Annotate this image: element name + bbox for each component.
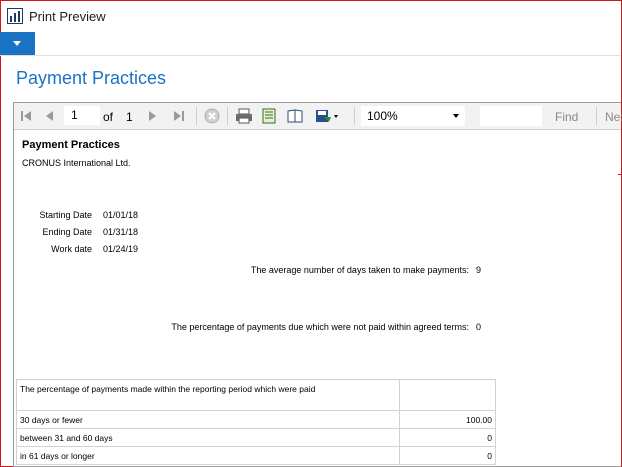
- average-days-label: The average number of days taken to make…: [250, 265, 469, 275]
- find-input[interactable]: [480, 106, 542, 126]
- table-row: between 31 and 60 days 0: [16, 428, 496, 447]
- toolbar-divider: [196, 107, 197, 125]
- page-number-input[interactable]: [64, 106, 100, 125]
- zoom-value: 100%: [367, 109, 398, 123]
- divider: [0, 55, 620, 56]
- table-row: 30 days or fewer 100.00: [16, 410, 496, 429]
- actions-menu-button[interactable]: [0, 32, 35, 55]
- page-title: Payment Practices: [16, 68, 167, 88]
- title-bar: Print Preview: [0, 0, 620, 32]
- table-header-row: The percentage of payments made within t…: [16, 379, 496, 411]
- ending-date-value: 01/31/18: [103, 227, 139, 237]
- last-page-icon[interactable]: [173, 108, 185, 124]
- report-page: Payment Practices CRONUS International L…: [14, 130, 621, 466]
- row-label: 30 days or fewer: [16, 410, 400, 429]
- ending-date-label: Ending Date: [42, 227, 92, 237]
- print-layout-icon[interactable]: [287, 108, 303, 124]
- row-value: 0: [399, 446, 496, 465]
- print-icon[interactable]: [235, 108, 253, 124]
- not-paid-percentage-label: The percentage of payments due which wer…: [171, 322, 469, 332]
- average-days-value: 9: [476, 265, 482, 275]
- stop-icon[interactable]: [204, 108, 220, 124]
- of-label: of: [103, 110, 114, 124]
- export-save-icon[interactable]: [315, 108, 339, 124]
- table-header: The percentage of payments made within t…: [16, 379, 400, 411]
- table-row: in 61 days or longer 0: [16, 446, 496, 465]
- chevron-down-icon: [453, 114, 459, 118]
- toolbar-divider: [227, 107, 228, 125]
- row-value: 0: [399, 428, 496, 447]
- work-date-label: Work date: [51, 244, 92, 254]
- zoom-select[interactable]: 100%: [361, 106, 465, 126]
- starting-date-value: 01/01/18: [103, 210, 139, 220]
- next-page-icon[interactable]: [148, 108, 158, 124]
- report-title: Payment Practices: [22, 139, 120, 151]
- row-value: 100.00: [399, 410, 496, 429]
- find-link[interactable]: Find: [555, 110, 578, 124]
- page-setup-icon[interactable]: [261, 108, 277, 124]
- starting-date-label: Starting Date: [39, 210, 92, 220]
- toolbar-divider: [596, 107, 597, 125]
- chevron-down-icon: [13, 41, 21, 46]
- next-link[interactable]: Next: [605, 110, 622, 124]
- toolbar-divider: [354, 107, 355, 125]
- row-label: in 61 days or longer: [16, 446, 400, 465]
- row-label: between 31 and 60 days: [16, 428, 400, 447]
- not-paid-percentage-value: 0: [476, 322, 482, 332]
- window-title: Print Preview: [29, 9, 106, 24]
- first-page-icon[interactable]: [20, 108, 32, 124]
- report-chart-icon: [7, 8, 23, 24]
- total-pages: 1: [126, 110, 133, 124]
- table-header-value: [399, 379, 496, 411]
- payment-percentage-table: The percentage of payments made within t…: [16, 379, 496, 465]
- edge-marker: [618, 174, 621, 175]
- report-viewer: of 1 100% Find Next: [13, 102, 622, 467]
- company-name: CRONUS International Ltd.: [22, 158, 131, 168]
- previous-page-icon[interactable]: [44, 108, 54, 124]
- report-toolbar: of 1 100% Find Next: [14, 103, 622, 130]
- work-date-value: 01/24/19: [103, 244, 139, 254]
